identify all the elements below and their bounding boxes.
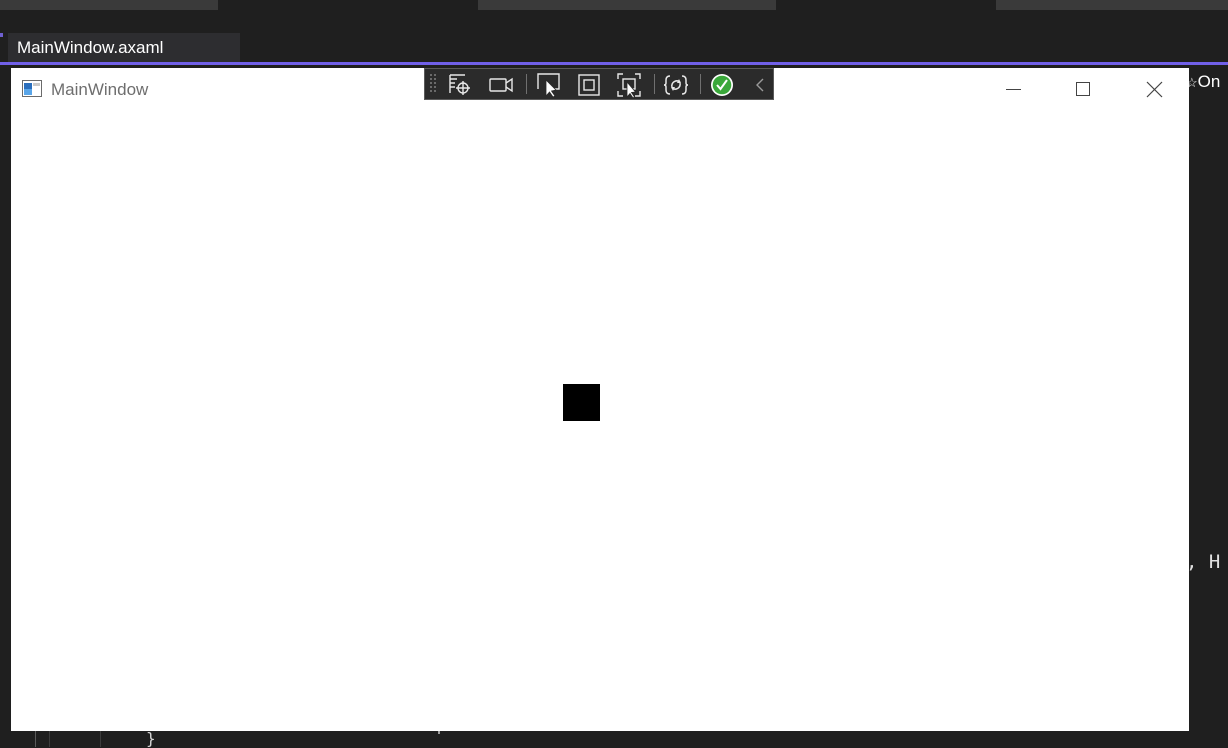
select-element-icon[interactable] xyxy=(445,71,475,99)
hot-reload-icon[interactable] xyxy=(661,71,691,99)
show-bindings-failures-icon[interactable] xyxy=(614,71,644,99)
indent-guide xyxy=(49,731,50,747)
ide-top-tab[interactable] xyxy=(996,0,1228,10)
status-ok-icon[interactable] xyxy=(707,71,737,99)
editor-indent-guides xyxy=(0,731,1228,747)
ide-overflow-label[interactable]: ☆On xyxy=(1186,72,1220,92)
in-app-debug-toolbar xyxy=(424,68,774,100)
maximize-icon xyxy=(1076,82,1090,96)
select-pointer-icon[interactable] xyxy=(534,71,564,99)
close-icon xyxy=(1146,81,1163,98)
document-tab-mainwindow[interactable]: MainWindow.axaml xyxy=(8,33,240,62)
close-button[interactable] xyxy=(1121,68,1189,112)
toolbar-separator xyxy=(700,74,701,94)
ide-top-tab[interactable] xyxy=(478,0,776,10)
toolbar-separator xyxy=(654,74,655,94)
code-brace: } xyxy=(146,729,156,748)
window-app-icon xyxy=(22,80,42,97)
ide-top-tab[interactable] xyxy=(0,0,218,10)
track-focus-icon[interactable] xyxy=(574,71,604,99)
tab-indicator xyxy=(0,33,3,37)
ide-top-tab-strip xyxy=(0,0,1228,10)
active-accent-line xyxy=(0,62,1228,65)
overflow-text: On xyxy=(1197,72,1221,91)
app-window: MainWindow xyxy=(11,68,1189,731)
window-title: MainWindow xyxy=(51,80,149,99)
indent-guide xyxy=(35,731,36,747)
toolbar-separator xyxy=(526,74,527,94)
code-fragment: , H xyxy=(1186,551,1221,573)
collapse-chevron-icon[interactable] xyxy=(745,71,775,99)
minimize-icon xyxy=(1006,89,1021,90)
grip-icon[interactable] xyxy=(429,73,437,95)
indent-guide xyxy=(100,731,101,747)
document-tab-row: MainWindow.axaml xyxy=(0,30,1228,64)
display-layout-adorners-icon[interactable] xyxy=(486,71,516,99)
maximize-button[interactable] xyxy=(1049,68,1117,112)
black-square xyxy=(563,384,600,421)
code-mark xyxy=(438,731,440,734)
minimize-button[interactable] xyxy=(980,68,1048,112)
